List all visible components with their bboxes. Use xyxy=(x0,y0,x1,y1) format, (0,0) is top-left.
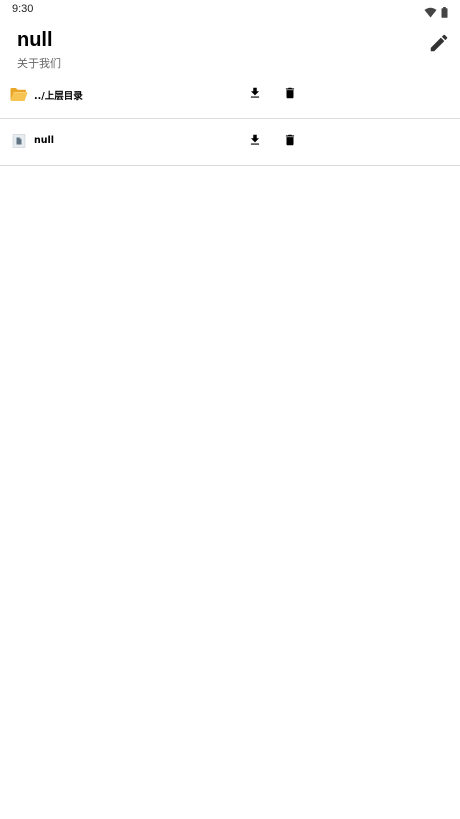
list-item-file[interactable]: null xyxy=(0,119,460,166)
delete-button[interactable] xyxy=(281,85,299,103)
folder-open-icon xyxy=(10,86,28,102)
download-button[interactable] xyxy=(246,85,264,103)
delete-icon xyxy=(283,132,297,151)
delete-icon xyxy=(283,85,297,104)
download-button[interactable] xyxy=(246,132,264,150)
delete-button[interactable] xyxy=(281,132,299,150)
list-item-label: ../上层目录 xyxy=(34,91,83,102)
page-subtitle: 关于我们 xyxy=(17,57,61,70)
download-icon xyxy=(248,85,262,104)
file-list: ../上层目录 null xyxy=(0,72,460,166)
file-icon xyxy=(10,133,28,149)
status-bar: 9:30 xyxy=(0,0,460,20)
app-header: null 关于我们 xyxy=(0,20,460,74)
list-item-parent-directory[interactable]: ../上层目录 xyxy=(0,72,460,119)
status-time: 9:30 xyxy=(12,3,34,15)
edit-icon xyxy=(428,32,450,58)
edit-button[interactable] xyxy=(426,32,452,58)
download-icon xyxy=(248,132,262,151)
list-item-label: null xyxy=(34,135,55,146)
page-title: null xyxy=(17,29,53,51)
